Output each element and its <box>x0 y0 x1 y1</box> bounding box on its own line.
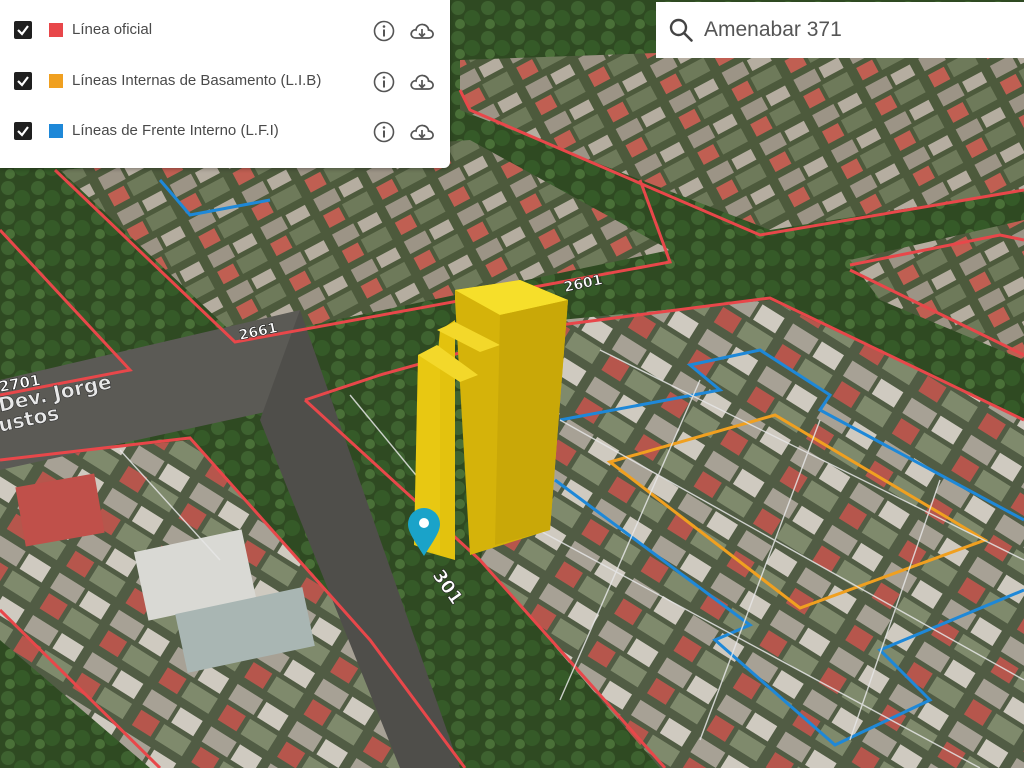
layer-label: Líneas Internas de Basamento (L.I.B) <box>72 72 322 89</box>
cloud-download-icon[interactable] <box>409 21 435 41</box>
layer-row-lib: Líneas Internas de Basamento (L.I.B) <box>0 56 450 106</box>
info-icon[interactable] <box>373 121 395 143</box>
checkmark-icon <box>17 25 29 36</box>
search-input[interactable] <box>704 15 1004 45</box>
layer-color-swatch <box>49 124 63 138</box>
layer-color-swatch <box>49 74 63 88</box>
layer-row-lfi: Líneas de Frente Interno (L.F.I) <box>0 106 450 156</box>
search-icon[interactable] <box>668 17 694 43</box>
layer-checkbox[interactable] <box>14 72 32 90</box>
layer-color-swatch <box>49 23 63 37</box>
search-box <box>656 2 1024 58</box>
layer-label: Línea oficial <box>72 21 153 38</box>
layer-checkbox[interactable] <box>14 122 32 140</box>
layers-panel: Línea oficial Líneas Internas de Basamen… <box>0 0 450 168</box>
cloud-download-icon[interactable] <box>409 72 435 92</box>
layer-row-linea-oficial: Línea oficial <box>0 5 450 55</box>
checkmark-icon <box>17 76 29 87</box>
layer-checkbox[interactable] <box>14 21 32 39</box>
cloud-download-icon[interactable] <box>409 122 435 142</box>
checkmark-icon <box>17 126 29 137</box>
info-icon[interactable] <box>373 71 395 93</box>
info-icon[interactable] <box>373 20 395 42</box>
layer-label: Líneas de Frente Interno (L.F.I) <box>72 122 279 139</box>
